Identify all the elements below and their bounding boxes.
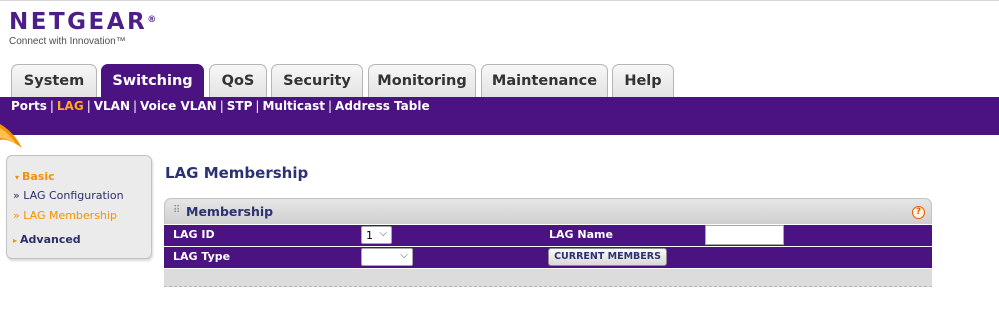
lag-id-label: LAG ID	[173, 228, 215, 241]
lag-name-input[interactable]	[705, 225, 784, 245]
lag-type-label: LAG Type	[173, 250, 231, 263]
lag-id-row: LAG ID 1 ⌵ LAG Name	[164, 225, 932, 246]
subnav-separator: |	[328, 99, 333, 113]
tab-help[interactable]: Help	[612, 64, 674, 97]
registered-mark: ®	[147, 15, 157, 25]
sidebar-advanced-label: Advanced	[20, 233, 81, 246]
tab-maintenance[interactable]: Maintenance	[481, 64, 608, 97]
logo-wordmark: NETGEAR®	[9, 10, 156, 34]
subnav-separator: |	[86, 99, 91, 113]
top-border	[0, 0, 999, 1]
lag-name-label: LAG Name	[549, 228, 613, 241]
grip-icon: ⠿	[173, 205, 181, 216]
subnav-address-table[interactable]: Address Table	[335, 99, 430, 113]
sidebar-item-lag-configuration[interactable]: » LAG Configuration	[13, 189, 124, 202]
subnav-stp[interactable]: STP	[227, 99, 253, 113]
sidebar-item-lag-membership[interactable]: » LAG Membership	[13, 209, 117, 222]
panel-title: Membership	[186, 204, 274, 219]
panel-header: ⠿ Membership ?	[164, 198, 932, 224]
subnav-separator: |	[255, 99, 260, 113]
sidebar-basic-label: Basic	[22, 170, 55, 183]
page-title: LAG Membership	[165, 164, 309, 182]
chevron-down-icon: ⌵	[379, 228, 387, 239]
tab-switching[interactable]: Switching	[101, 64, 204, 99]
tab-security[interactable]: Security	[271, 64, 363, 97]
panel-footer	[164, 269, 932, 287]
netgear-logo: NETGEAR® Connect with Innovation™	[9, 10, 156, 47]
current-members-button[interactable]: CURRENT MEMBERS	[548, 248, 667, 266]
subnav-multicast[interactable]: Multicast	[262, 99, 325, 113]
sidebar-section-advanced[interactable]: ▸ Advanced	[13, 233, 81, 246]
lag-type-row: LAG Type ⌵ CURRENT MEMBERS	[164, 247, 932, 268]
tab-qos[interactable]: QoS	[209, 64, 267, 97]
lag-type-select[interactable]: ⌵	[361, 248, 413, 266]
subnav-voice-vlan[interactable]: Voice VLAN	[140, 99, 217, 113]
subnav-separator: |	[133, 99, 138, 113]
membership-panel: ⠿ Membership ? LAG ID 1 ⌵ LAG Name LAG T…	[164, 198, 932, 287]
logo-tagline: Connect with Innovation™	[9, 36, 126, 47]
logo-text: NETGEAR	[9, 9, 148, 35]
left-sidebar: ▾ Basic » LAG Configuration » LAG Members…	[6, 155, 152, 259]
expanded-arrow-icon: ▾	[15, 173, 20, 182]
subnav-separator: |	[219, 99, 224, 113]
lag-id-select[interactable]: 1 ⌵	[361, 226, 392, 244]
tab-monitoring[interactable]: Monitoring	[368, 64, 476, 97]
sub-nav: Ports | LAG | VLAN | Voice VLAN | STP | Multicast |…	[11, 99, 430, 113]
chevron-down-icon: ⌵	[400, 250, 408, 261]
tab-system[interactable]: System	[11, 64, 97, 97]
collapsed-arrow-icon: ▸	[13, 236, 18, 245]
swoosh-icon	[0, 124, 22, 148]
subnav-lag[interactable]: LAG	[57, 99, 84, 113]
subnav-vlan[interactable]: VLAN	[94, 99, 130, 113]
subnav-separator: |	[49, 99, 54, 113]
lag-id-value: 1	[366, 229, 373, 242]
help-icon[interactable]: ?	[912, 206, 925, 219]
sidebar-section-basic[interactable]: ▾ Basic	[15, 170, 55, 183]
